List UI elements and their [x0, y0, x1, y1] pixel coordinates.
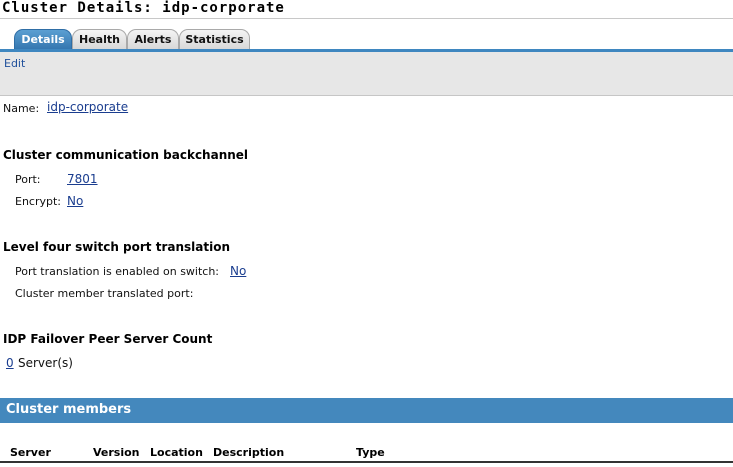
- action-bar: Edit: [0, 52, 733, 96]
- column-header-location[interactable]: Location: [150, 446, 203, 459]
- edit-link[interactable]: Edit: [4, 57, 25, 70]
- tab-health[interactable]: Health: [72, 29, 127, 49]
- port-label: Port:: [15, 173, 41, 186]
- port-translation-heading: Level four switch port translation: [3, 240, 231, 254]
- encrypt-label: Encrypt:: [15, 195, 62, 208]
- server-count-suffix: Server(s): [18, 356, 73, 370]
- cluster-members-title: Cluster members: [6, 402, 132, 417]
- encrypt-link[interactable]: No: [67, 194, 83, 208]
- name-label: Name:: [3, 102, 40, 115]
- tab-details[interactable]: Details: [14, 29, 72, 49]
- backchannel-heading: Cluster communication backchannel: [3, 148, 249, 162]
- translation-enabled-link[interactable]: No: [230, 264, 246, 278]
- tab-alerts[interactable]: Alerts: [127, 29, 179, 49]
- translation-enabled-label: Port translation is enabled on switch:: [15, 265, 220, 278]
- failover-heading: IDP Failover Peer Server Count: [3, 332, 213, 346]
- member-translated-port-label: Cluster member translated port:: [15, 287, 194, 300]
- column-header-server[interactable]: Server: [10, 446, 51, 459]
- server-count-link[interactable]: 0: [6, 356, 14, 370]
- page-title: Cluster Details: idp-corporate: [2, 0, 285, 16]
- tab-statistics[interactable]: Statistics: [179, 29, 250, 49]
- column-header-description[interactable]: Description: [213, 446, 284, 459]
- port-link[interactable]: 7801: [67, 172, 98, 186]
- cluster-name-link[interactable]: idp-corporate: [47, 100, 128, 114]
- column-header-version[interactable]: Version: [93, 446, 140, 459]
- cluster-members-header: Cluster members: [0, 398, 733, 423]
- title-divider: [0, 18, 733, 19]
- column-header-type[interactable]: Type: [356, 446, 385, 459]
- table-header-divider: [0, 461, 733, 463]
